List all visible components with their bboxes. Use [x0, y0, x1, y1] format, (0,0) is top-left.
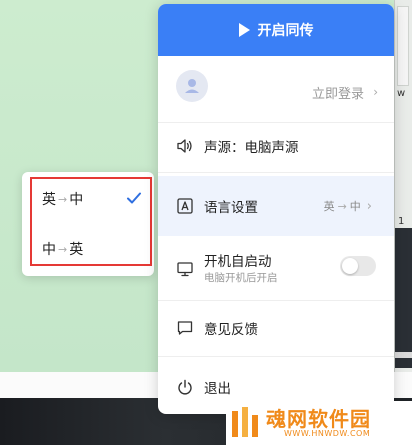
- start-sync-button[interactable]: 开启同传: [158, 4, 394, 56]
- start-sync-label: 开启同传: [257, 23, 314, 39]
- lang-from: 英: [42, 192, 56, 208]
- lang-from: 中: [42, 242, 56, 258]
- toggle-knob: [342, 258, 358, 274]
- chevron-right-icon: ›: [373, 85, 378, 99]
- user-icon: [185, 79, 199, 93]
- lang-from: 英: [323, 200, 335, 213]
- language-option-en-zh[interactable]: 英 → 中: [42, 188, 83, 210]
- lang-to: 中: [349, 200, 361, 213]
- lang-to: 中: [69, 192, 84, 208]
- language-a-icon: [177, 198, 193, 214]
- feedback-row[interactable]: 意见反馈: [158, 306, 394, 350]
- tray-menu: 开启同传 立即登录 › 声源：电脑声源 语言设置 英 → 中 › 开机自启动 电…: [158, 4, 394, 414]
- exit-label: 退出: [204, 381, 231, 397]
- divider: [158, 172, 394, 173]
- arrow-icon: →: [58, 242, 68, 256]
- edge-text: w: [397, 88, 406, 99]
- language-current-value: 英 → 中 ›: [324, 198, 372, 214]
- arrow-icon: →: [337, 199, 347, 213]
- lang-to: 英: [69, 242, 84, 258]
- feedback-icon: [177, 321, 193, 335]
- avatar: [176, 70, 208, 102]
- right-edge-window: w 1: [394, 0, 412, 372]
- language-option-zh-en[interactable]: 中 → 英: [42, 238, 83, 260]
- watermark-logo-icon: [232, 407, 258, 437]
- login-row[interactable]: 立即登录 ›: [158, 62, 394, 122]
- login-link[interactable]: 立即登录: [312, 83, 364, 102]
- feedback-label: 意见反馈: [204, 322, 258, 338]
- watermark: 魂网软件园 WWW.HNWDW.COM: [226, 401, 412, 445]
- chevron-right-icon: ›: [366, 198, 372, 214]
- sound-source-row[interactable]: 声源：电脑声源: [158, 122, 394, 170]
- divider: [158, 356, 394, 357]
- auto-start-toggle[interactable]: [340, 256, 376, 276]
- speaker-icon: [177, 139, 192, 153]
- power-icon: [178, 379, 192, 395]
- auto-start-label: 开机自启动: [204, 254, 272, 270]
- edge-dark-strip: [395, 228, 412, 368]
- divider: [158, 300, 394, 301]
- auto-start-row[interactable]: 开机自启动 电脑开机后开启: [158, 240, 394, 298]
- play-icon: [238, 23, 250, 37]
- scroll-thumb[interactable]: [397, 6, 409, 86]
- monitor-icon: [177, 262, 193, 277]
- watermark-name: 魂网软件园: [266, 407, 371, 431]
- language-settings-row[interactable]: 语言设置 英 → 中 ›: [158, 176, 394, 236]
- sound-source-label: 声源：电脑声源: [204, 140, 299, 156]
- watermark-url: WWW.HNWDW.COM: [284, 429, 371, 438]
- arrow-icon: →: [58, 192, 68, 206]
- language-settings-label: 语言设置: [204, 200, 258, 216]
- edge-pale-strip: [395, 352, 412, 358]
- auto-start-description: 电脑开机后开启: [204, 272, 278, 284]
- edge-text: 1: [398, 216, 405, 227]
